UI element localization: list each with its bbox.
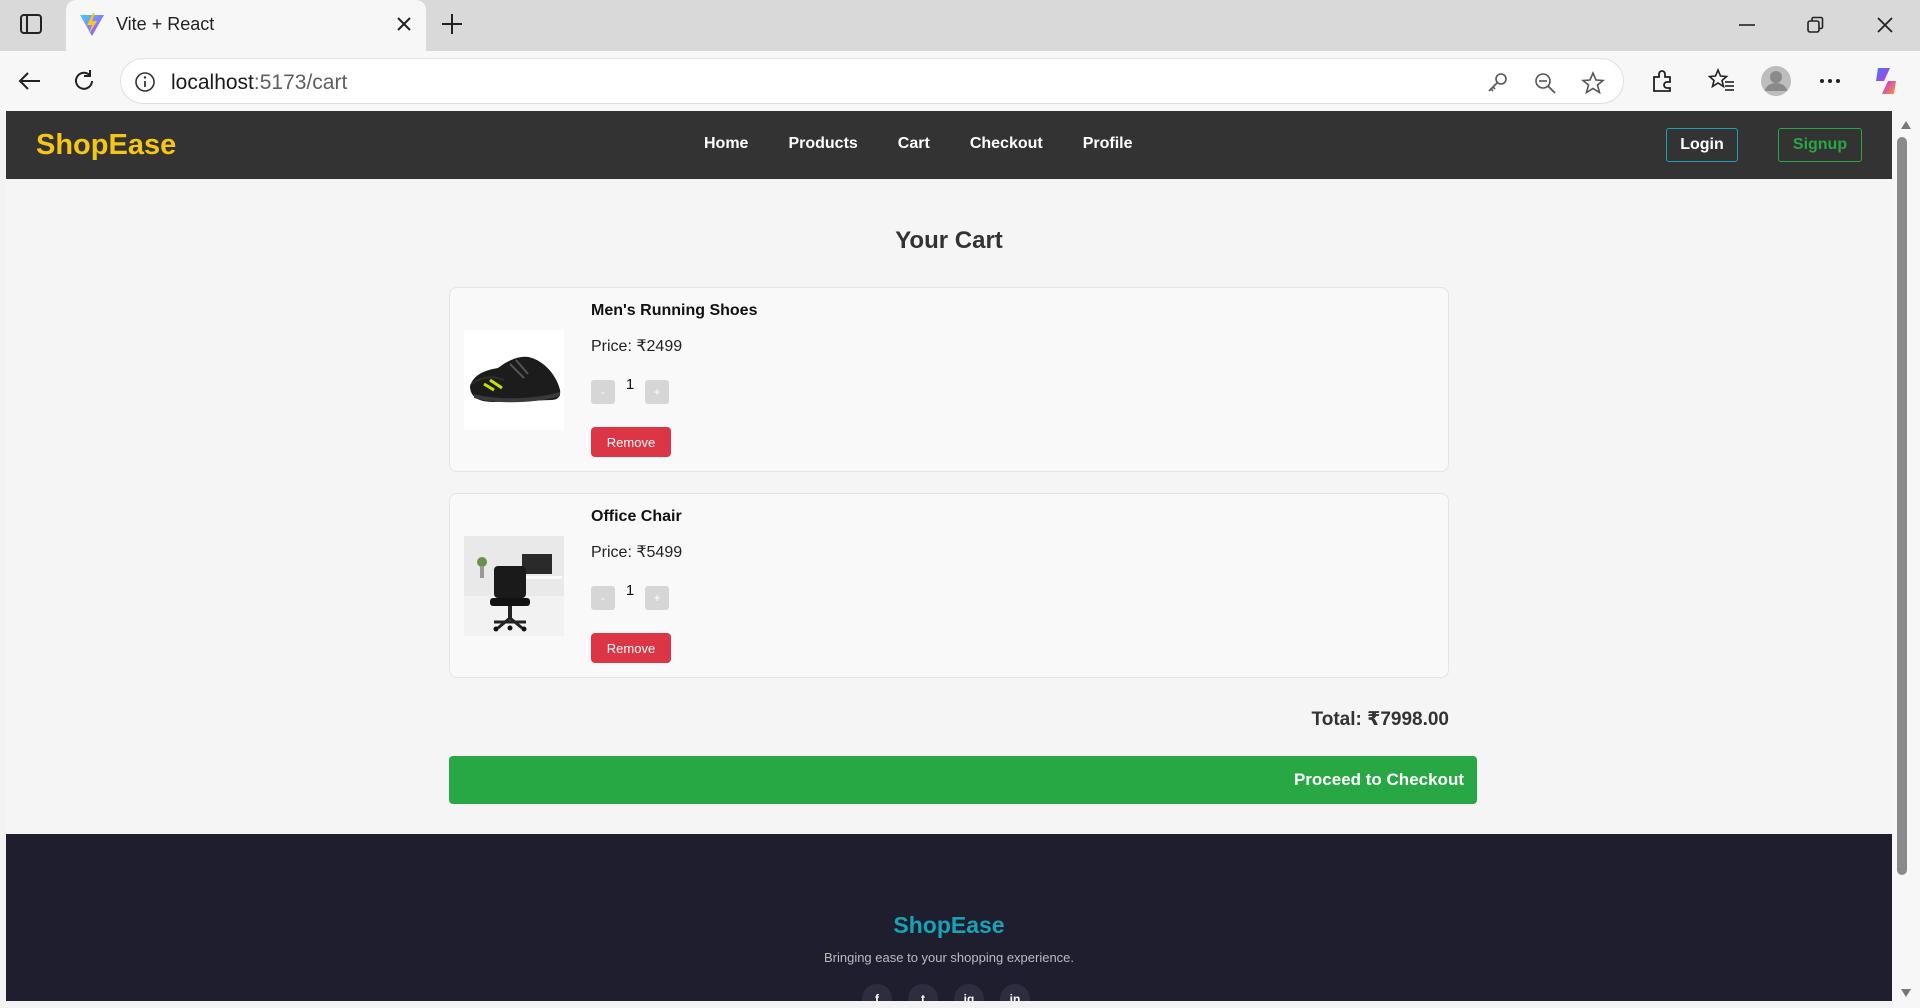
footer-brand: ShopEase <box>893 912 1005 938</box>
close-tab-icon[interactable] <box>394 14 414 34</box>
vite-logo-icon <box>78 12 106 38</box>
quantity-stepper: - 1 + <box>591 582 669 610</box>
cart-item: Men's Running Shoes Price: ₹2499 - 1 + R… <box>449 287 1449 472</box>
twitter-icon[interactable]: t <box>908 984 938 1001</box>
product-name: Office Chair <box>591 508 682 525</box>
browser-tab[interactable]: Vite + React <box>66 0 426 51</box>
nav-home[interactable]: Home <box>704 135 748 153</box>
cart-total: Total: ₹7998.00 <box>1311 709 1449 730</box>
cart-item: Office Chair Price: ₹5499 - 1 + Remove <box>449 493 1449 678</box>
footer-tagline: Bringing ease to your shopping experienc… <box>823 950 1075 965</box>
facebook-icon[interactable]: f <box>862 984 892 1001</box>
increase-quantity-button[interactable]: + <box>645 380 669 404</box>
zoom-out-icon[interactable] <box>1533 71 1557 95</box>
product-price: Price: ₹5499 <box>591 544 683 561</box>
reload-icon[interactable] <box>68 65 100 97</box>
address-bar[interactable]: localhost:5173/cart <box>120 58 1624 104</box>
tab-strip: Vite + React <box>0 0 1920 51</box>
nav-cart[interactable]: Cart <box>898 135 930 153</box>
signup-button[interactable]: Signup <box>1778 128 1862 162</box>
page-title: Your Cart <box>895 227 1003 254</box>
quantity-value: 1 <box>625 376 635 393</box>
scroll-down-icon[interactable] <box>1900 985 1912 997</box>
remove-button[interactable]: Remove <box>591 633 671 663</box>
scrollbar-thumb[interactable] <box>1897 137 1907 875</box>
brand-logo[interactable]: ShopEase <box>36 129 176 162</box>
proceed-to-checkout-button[interactable]: Proceed to Checkout <box>449 756 1477 804</box>
extensions-icon[interactable] <box>1646 65 1678 97</box>
product-name: Men's Running Shoes <box>591 302 758 319</box>
browser-toolbar: localhost:5173/cart <box>0 51 1920 111</box>
nav-links: Home Products Cart Checkout Profile <box>704 135 1173 153</box>
nav-profile[interactable]: Profile <box>1083 135 1133 153</box>
site-navbar: ShopEase Home Products Cart Checkout Pro… <box>6 111 1892 179</box>
linkedin-icon[interactable]: in <box>1000 984 1030 1001</box>
favorite-star-icon[interactable] <box>1580 70 1606 95</box>
decrease-quantity-button[interactable]: - <box>591 380 615 404</box>
more-options-icon[interactable] <box>1814 65 1846 97</box>
page-scrollbar[interactable] <box>1892 111 1920 1008</box>
back-icon[interactable] <box>14 65 46 97</box>
favorites-icon[interactable] <box>1706 65 1738 97</box>
close-window-icon[interactable] <box>1874 14 1896 36</box>
remove-button[interactable]: Remove <box>591 427 671 457</box>
url-text: localhost:5173/cart <box>171 71 348 94</box>
tab-actions-icon[interactable] <box>18 12 44 36</box>
chair-image <box>464 536 564 636</box>
instagram-icon[interactable]: ig <box>954 984 984 1001</box>
quantity-stepper: - 1 + <box>591 376 669 404</box>
nav-checkout[interactable]: Checkout <box>970 135 1043 153</box>
new-tab-icon[interactable] <box>438 10 466 38</box>
site-footer: ShopEase Bringing ease to your shopping … <box>6 834 1892 1001</box>
login-button[interactable]: Login <box>1666 128 1738 162</box>
quantity-value: 1 <box>625 582 635 599</box>
key-icon[interactable] <box>1485 71 1509 95</box>
product-price: Price: ₹2499 <box>591 338 683 355</box>
minimize-icon[interactable] <box>1736 14 1758 36</box>
profile-avatar-icon[interactable] <box>1760 65 1792 97</box>
copilot-icon[interactable] <box>1870 65 1902 97</box>
decrease-quantity-button[interactable]: - <box>591 586 615 610</box>
nav-products[interactable]: Products <box>788 135 857 153</box>
page-viewport: ShopEase Home Products Cart Checkout Pro… <box>6 111 1892 1001</box>
restore-icon[interactable] <box>1804 14 1826 36</box>
site-info-icon[interactable] <box>133 70 157 94</box>
increase-quantity-button[interactable]: + <box>645 586 669 610</box>
shoe-image <box>464 330 564 430</box>
social-links: f t ig in <box>862 984 1030 1001</box>
scroll-up-icon[interactable] <box>1900 117 1912 129</box>
tab-title: Vite + React <box>116 14 215 34</box>
